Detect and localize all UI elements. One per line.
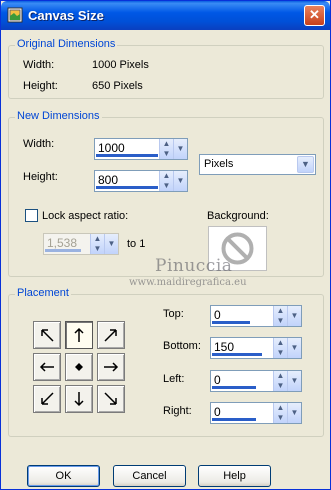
left-spin-buttons[interactable]: ▲ ▼ ▼: [273, 371, 301, 391]
new-width-label: Width:: [23, 138, 55, 150]
close-icon: ✕: [309, 7, 320, 22]
original-dimensions-group: Original Dimensions Width: 1000 Pixels H…: [8, 38, 324, 99]
arrow-down-left-icon: [41, 392, 54, 405]
width-spin-buttons[interactable]: ▲ ▼ ▼: [159, 139, 187, 159]
spin-arrow-icon[interactable]: ▲ ▼: [273, 403, 287, 423]
dropdown-icon[interactable]: ▼: [287, 403, 301, 423]
placement-top-left-button[interactable]: [33, 321, 61, 349]
bottom-value: 150: [214, 340, 235, 354]
placement-bottom-left-button[interactable]: [33, 385, 61, 413]
left-slider-bar[interactable]: [212, 386, 256, 389]
left-spinbox[interactable]: 0 ▲ ▼ ▼: [210, 370, 302, 392]
dropdown-icon[interactable]: ▼: [104, 234, 118, 254]
aspect-ratio-value: 1,538: [47, 236, 78, 250]
dropdown-icon[interactable]: ▼: [173, 139, 187, 159]
placement-center-button[interactable]: [65, 353, 93, 381]
placement-top-center-button[interactable]: [65, 321, 93, 349]
watermark-url: www.maidiregrafica.eu: [129, 277, 247, 288]
arrow-right-icon: [104, 362, 119, 372]
placement-bottom-center-button[interactable]: [65, 385, 93, 413]
height-slider-bar[interactable]: [96, 186, 158, 189]
window-title: Canvas Size: [28, 8, 104, 23]
top-spin-buttons[interactable]: ▲ ▼ ▼: [273, 306, 301, 326]
background-label: Background:: [207, 210, 269, 222]
cancel-button[interactable]: Cancel: [113, 465, 186, 487]
placement-legend: Placement: [15, 287, 71, 299]
original-width-value: 1000 Pixels: [92, 59, 149, 71]
spin-arrow-icon[interactable]: ▲ ▼: [273, 371, 287, 391]
placement-top-right-button[interactable]: [97, 321, 125, 349]
top-spinbox[interactable]: 0 ▲ ▼ ▼: [210, 305, 302, 327]
height-spinbox[interactable]: 800 ▲ ▼ ▼: [94, 170, 188, 192]
canvas-size-icon: [7, 7, 23, 23]
bottom-slider-bar[interactable]: [212, 353, 262, 356]
arrow-down-right-icon: [104, 392, 117, 405]
new-height-label: Height:: [23, 171, 58, 183]
width-spinbox[interactable]: 1000 ▲ ▼ ▼: [94, 138, 188, 160]
help-button[interactable]: Help: [198, 465, 271, 487]
right-value: 0: [214, 405, 221, 419]
ok-button[interactable]: OK: [27, 465, 100, 487]
dropdown-icon[interactable]: ▼: [287, 338, 301, 358]
dropdown-icon[interactable]: ▼: [287, 371, 301, 391]
aspect-ratio-suffix: to 1: [127, 238, 146, 250]
original-height-value: 650 Pixels: [92, 80, 143, 92]
original-dimensions-legend: Original Dimensions: [15, 38, 118, 50]
aspect-ratio-spinbox[interactable]: 1,538 ▲ ▼ ▼: [43, 233, 119, 255]
right-slider-bar[interactable]: [212, 418, 256, 421]
top-label: Top:: [163, 308, 184, 320]
new-dimensions-legend: New Dimensions: [15, 110, 102, 122]
close-button[interactable]: ✕: [304, 5, 325, 26]
arrow-up-right-icon: [104, 329, 117, 342]
bottom-spin-buttons[interactable]: ▲ ▼ ▼: [273, 338, 301, 358]
top-slider-bar[interactable]: [212, 321, 250, 324]
bottom-label: Bottom:: [163, 340, 201, 352]
dropdown-icon[interactable]: ▼: [297, 156, 314, 173]
top-value: 0: [214, 308, 221, 322]
new-dimensions-group: New Dimensions Width: 1000 ▲ ▼ ▼ Height: …: [8, 110, 324, 277]
bottom-spinbox[interactable]: 150 ▲ ▼ ▼: [210, 337, 302, 359]
center-diamond-icon: [75, 363, 83, 371]
arrow-left-icon: [39, 362, 54, 372]
units-select[interactable]: Pixels ▼: [199, 154, 316, 175]
lock-aspect-label[interactable]: Lock aspect ratio:: [42, 210, 128, 222]
width-slider-bar[interactable]: [96, 154, 158, 157]
units-value: Pixels: [204, 158, 234, 170]
arrow-up-icon: [74, 327, 84, 342]
dropdown-icon[interactable]: ▼: [287, 306, 301, 326]
original-width-label: Width:: [23, 59, 55, 71]
placement-middle-right-button[interactable]: [97, 353, 125, 381]
lock-aspect-checkbox[interactable]: [25, 209, 38, 222]
spin-arrow-icon[interactable]: ▲ ▼: [273, 306, 287, 326]
spin-arrow-icon[interactable]: ▲ ▼: [159, 171, 173, 191]
arrow-down-icon: [74, 392, 84, 407]
dropdown-icon[interactable]: ▼: [173, 171, 187, 191]
canvas-size-dialog: Canvas Size ✕ Original Dimensions Width:…: [0, 0, 331, 490]
height-value: 800: [98, 173, 119, 187]
original-height-label: Height:: [23, 80, 58, 92]
placement-group: Placement Top: 0 ▲ ▼ ▼ Bottom: 150 ▲ ▼ ▼…: [8, 287, 324, 437]
arrow-up-left-icon: [41, 329, 54, 342]
right-label: Right:: [163, 405, 192, 417]
aspect-ratio-spin-buttons[interactable]: ▲ ▼ ▼: [90, 234, 118, 254]
spin-arrow-icon[interactable]: ▲ ▼: [90, 234, 104, 254]
watermark-title: Pinuccia: [155, 256, 233, 276]
left-value: 0: [214, 373, 221, 387]
left-label: Left:: [163, 373, 185, 385]
right-spinbox[interactable]: 0 ▲ ▼ ▼: [210, 402, 302, 424]
aspect-ratio-slider-bar: [45, 249, 81, 252]
width-value: 1000: [98, 141, 125, 155]
right-spin-buttons[interactable]: ▲ ▼ ▼: [273, 403, 301, 423]
spin-arrow-icon[interactable]: ▲ ▼: [273, 338, 287, 358]
title-bar[interactable]: Canvas Size ✕: [1, 1, 330, 30]
placement-bottom-right-button[interactable]: [97, 385, 125, 413]
spin-arrow-icon[interactable]: ▲ ▼: [159, 139, 173, 159]
height-spin-buttons[interactable]: ▲ ▼ ▼: [159, 171, 187, 191]
placement-middle-left-button[interactable]: [33, 353, 61, 381]
